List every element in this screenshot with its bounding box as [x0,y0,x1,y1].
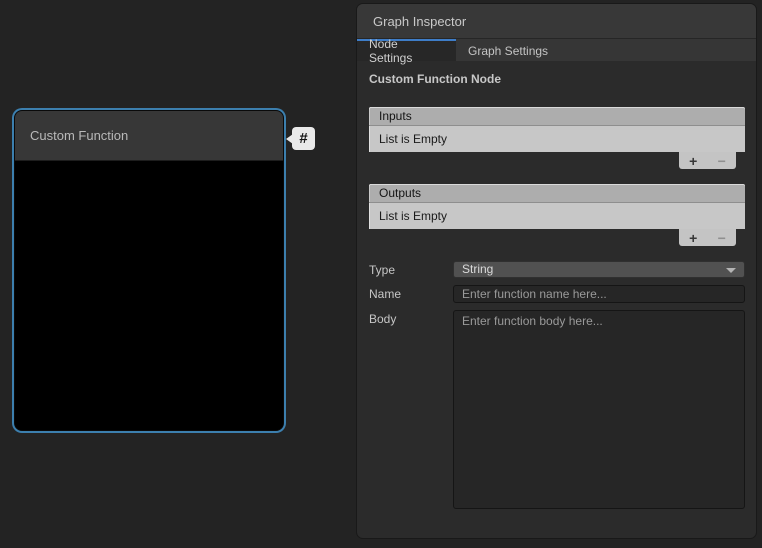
body-field-row: Body [369,310,745,509]
graph-inspector-panel: Graph Inspector Node Settings Graph Sett… [356,3,757,539]
hash-icon: # [299,130,307,147]
function-body-textarea[interactable] [453,310,745,509]
inspector-content: Custom Function Node Inputs List is Empt… [357,61,756,509]
inspector-tab-bar: Node Settings Graph Settings [357,39,756,61]
inputs-remove-button[interactable]: − [718,154,726,168]
type-dropdown-value: String [462,262,493,276]
outputs-remove-button[interactable]: − [718,231,726,245]
custom-function-node[interactable]: Custom Function [14,110,284,431]
inputs-list-empty-row: List is Empty [369,126,745,152]
inputs-list-buttons: + − [679,152,736,169]
tab-node-settings[interactable]: Node Settings [357,39,456,61]
section-heading: Custom Function Node [369,72,745,86]
name-field-row: Name [369,285,745,303]
node-title-bar[interactable]: Custom Function [15,111,283,161]
panel-title: Graph Inspector [373,14,466,29]
type-label: Type [369,261,453,277]
node-hash-badge[interactable]: # [292,127,315,150]
type-field-row: Type String [369,261,745,278]
outputs-list-buttons: + − [679,229,736,246]
name-label: Name [369,285,453,301]
chevron-down-icon [726,268,736,273]
body-label: Body [369,310,453,326]
panel-title-bar[interactable]: Graph Inspector [357,4,756,39]
tab-graph-settings-label: Graph Settings [468,44,548,58]
outputs-add-button[interactable]: + [689,231,697,245]
outputs-list-empty-row: List is Empty [369,203,745,229]
outputs-list: Outputs List is Empty + − [369,184,745,246]
outputs-list-footer: + − [369,229,745,246]
node-preview-body [15,161,283,430]
outputs-list-header: Outputs [369,184,745,203]
tab-graph-settings[interactable]: Graph Settings [456,39,560,61]
type-dropdown[interactable]: String [453,261,745,278]
inputs-add-button[interactable]: + [689,154,697,168]
function-name-input[interactable] [453,285,745,303]
node-title: Custom Function [30,128,128,143]
inputs-list-footer: + − [369,152,745,169]
inputs-list: Inputs List is Empty + − [369,107,745,169]
inputs-list-header: Inputs [369,107,745,126]
tab-node-settings-label: Node Settings [369,37,444,65]
